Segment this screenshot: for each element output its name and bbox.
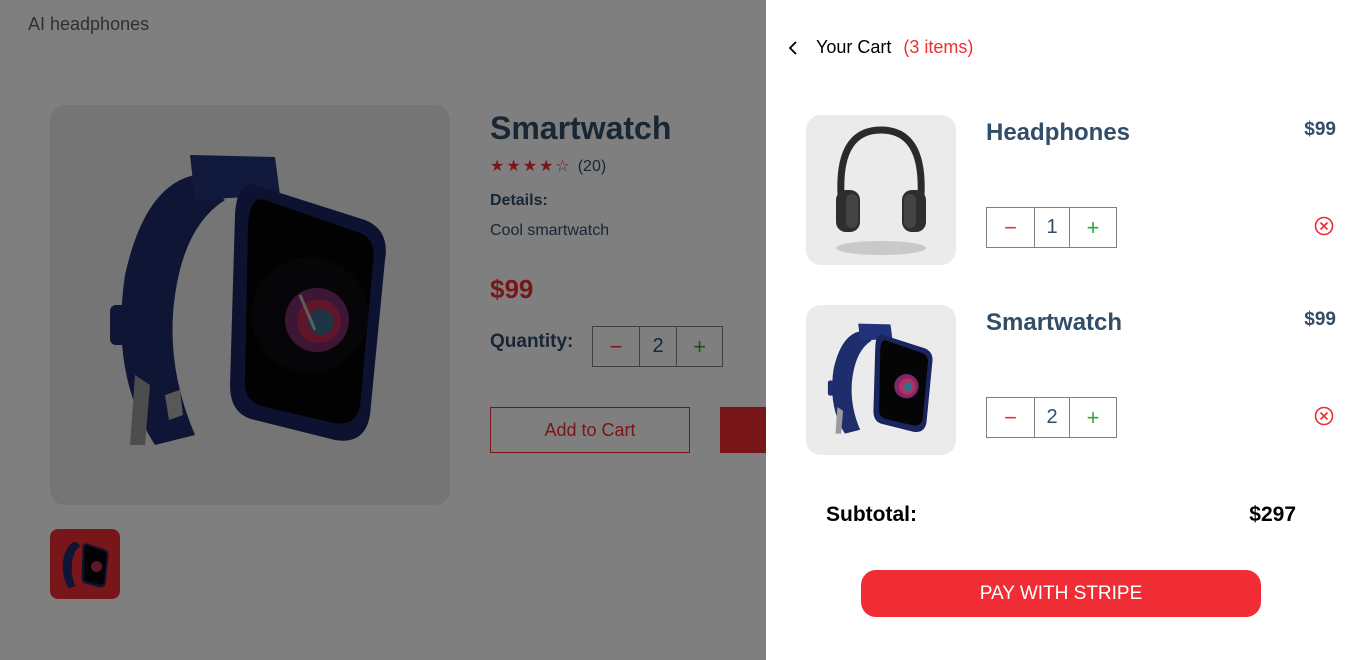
chevron-left-icon: [788, 40, 797, 55]
cart-item-count: (3 items): [903, 37, 974, 57]
cart-item-name: Headphones: [986, 119, 1131, 146]
increase-quantity-button[interactable]: +: [1070, 398, 1116, 437]
headphones-image: [836, 126, 926, 255]
subtotal-value: $297: [1249, 503, 1296, 526]
close-circle-icon: [1314, 406, 1334, 426]
decrease-quantity-button[interactable]: −: [987, 398, 1035, 437]
cart-heading-back-button[interactable]: Your Cart (3 items): [788, 37, 973, 58]
cart-title: Your Cart: [816, 37, 892, 57]
cart-item-image: [806, 305, 956, 455]
cart-item: Headphones $99 − 1 +: [806, 115, 1346, 265]
remove-item-button[interactable]: [1313, 215, 1335, 237]
decrease-quantity-button[interactable]: −: [987, 208, 1035, 247]
quantity-value: 1: [1035, 208, 1070, 247]
cart-item-quantity-stepper: − 1 +: [986, 207, 1117, 248]
remove-item-button[interactable]: [1313, 405, 1335, 427]
pay-with-stripe-button[interactable]: PAY WITH STRIPE: [861, 570, 1261, 617]
close-circle-icon: [1314, 216, 1334, 236]
cart-item-image: [806, 115, 956, 265]
increase-quantity-button[interactable]: +: [1070, 208, 1116, 247]
cart-item: Smartwatch $99 − 2 +: [806, 305, 1346, 455]
smartwatch-image: [827, 323, 933, 434]
cart-item-price: $99: [1304, 119, 1336, 140]
cart-panel: Your Cart (3 items) Headphones $99 − 1 +: [766, 0, 1366, 660]
cart-item-quantity-stepper: − 2 +: [986, 397, 1117, 438]
subtotal-label: Subtotal:: [826, 503, 917, 526]
cart-item-name: Smartwatch: [986, 309, 1123, 336]
quantity-value: 2: [1035, 398, 1070, 437]
cart-item-price: $99: [1304, 309, 1336, 330]
